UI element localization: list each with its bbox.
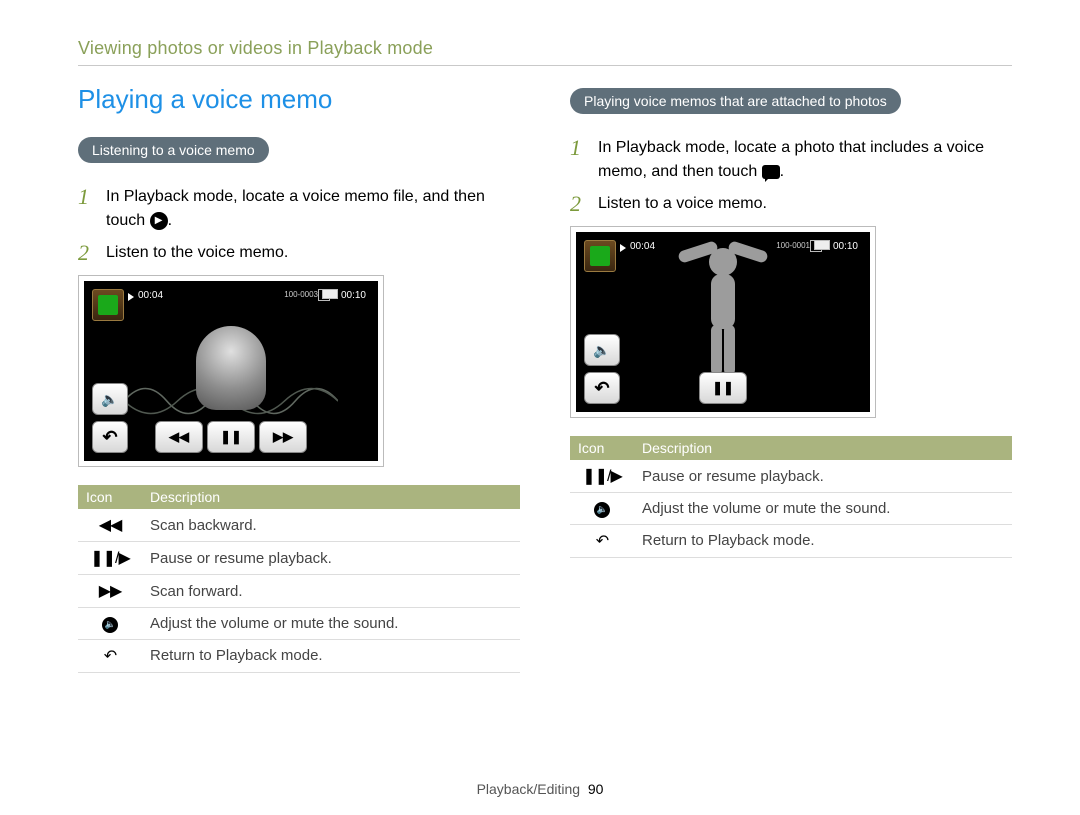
- table-row: ↶ Return to Playback mode.: [78, 639, 520, 672]
- memo-icon: [762, 165, 780, 179]
- current-time: 00:04: [138, 290, 163, 301]
- step-text: In Playback mode, locate a photo that in…: [598, 136, 1012, 184]
- battery-icon: [814, 240, 830, 250]
- microphone-illustration: [196, 326, 266, 410]
- step-number: 1: [570, 136, 588, 184]
- volume-icon: 🔈: [594, 502, 610, 518]
- step-1-left: 1 In Playback mode, locate a voice memo …: [78, 185, 520, 233]
- step-text-part: In Playback mode, locate a photo that in…: [598, 139, 984, 180]
- current-time: 00:04: [630, 241, 655, 252]
- table-cell-description: Adjust the volume or mute the sound.: [634, 493, 1012, 525]
- total-time: 00:10: [341, 290, 366, 301]
- step-2-left: 2 Listen to the voice memo.: [78, 241, 520, 265]
- return-icon: ↶: [596, 531, 608, 551]
- table-cell-description: Scan forward.: [142, 575, 520, 608]
- volume-button[interactable]: 🔈: [92, 383, 128, 415]
- step-text: Listen to a voice memo.: [598, 192, 1012, 216]
- right-column: Playing voice memos that are attached to…: [570, 84, 1012, 673]
- total-time: 00:10: [833, 241, 858, 252]
- volume-icon: 🔈: [102, 617, 118, 633]
- table-header-icon: Icon: [570, 436, 634, 460]
- step-2-right: 2 Listen to a voice memo.: [570, 192, 1012, 216]
- table-cell-description: Pause or resume playback.: [634, 460, 1012, 493]
- table-cell-description: Pause or resume playback.: [142, 542, 520, 575]
- return-icon: ↶: [102, 427, 117, 448]
- step-text-suffix: .: [780, 163, 784, 180]
- pause-icon: ❚❚: [220, 429, 242, 445]
- step-number: 2: [570, 192, 588, 216]
- table-row: 🔈 Adjust the volume or mute the sound.: [78, 608, 520, 640]
- left-column: Playing a voice memo Listening to a voic…: [78, 84, 520, 673]
- step-text: In Playback mode, locate a voice memo fi…: [106, 185, 520, 233]
- step-number: 2: [78, 241, 96, 265]
- transport-controls: ◀◀ ❚❚ ▶▶: [155, 421, 307, 453]
- volume-icon: 🔈: [593, 342, 610, 359]
- footer-section: Playback/Editing: [477, 781, 581, 797]
- table-cell-description: Adjust the volume or mute the sound.: [142, 608, 520, 640]
- file-number: 100-0003: [284, 290, 318, 299]
- step-number: 1: [78, 185, 96, 233]
- scan-backward-button[interactable]: ◀◀: [155, 421, 203, 453]
- table-row: ▶▶ Scan forward.: [78, 575, 520, 608]
- page-number: 90: [588, 781, 604, 797]
- two-column-layout: Playing a voice memo Listening to a voic…: [78, 84, 1012, 673]
- scan-forward-icon: ▶▶: [99, 581, 122, 601]
- table-cell-description: Scan backward.: [142, 509, 520, 542]
- icon-description-table-left: Icon Description ◀◀ Scan backward. ❚❚/▶ …: [78, 485, 520, 673]
- camera-lcd-photo-memo: 00:04 100-0001 00:10: [576, 232, 870, 412]
- table-cell-description: Return to Playback mode.: [142, 639, 520, 672]
- table-header-icon: Icon: [78, 485, 142, 509]
- subheading-pill-left: Listening to a voice memo: [78, 137, 269, 163]
- pause-button[interactable]: ❚❚: [699, 372, 747, 404]
- pause-icon: ❚❚: [712, 380, 734, 396]
- divider: [78, 65, 1012, 66]
- step-text: Listen to the voice memo.: [106, 241, 520, 265]
- manual-page: Viewing photos or videos in Playback mod…: [0, 0, 1080, 815]
- page-title: Playing a voice memo: [78, 84, 520, 115]
- icon-description-table-right: Icon Description ❚❚/▶ Pause or resume pl…: [570, 436, 1012, 558]
- pause-button[interactable]: ❚❚: [207, 421, 255, 453]
- thumbnail-icon: [584, 240, 616, 272]
- breadcrumb: Viewing photos or videos in Playback mod…: [78, 38, 1012, 59]
- volume-icon: 🔈: [101, 391, 118, 408]
- return-button[interactable]: ↶: [584, 372, 620, 404]
- step-text-suffix: .: [168, 212, 172, 229]
- return-button[interactable]: ↶: [92, 421, 128, 453]
- table-row: ❚❚/▶ Pause or resume playback.: [78, 542, 520, 575]
- play-circle-icon: ▶: [150, 212, 168, 230]
- scan-backward-icon: ◀◀: [169, 429, 189, 445]
- camera-screen-figure-photo-memo: 00:04 100-0001 00:10: [570, 226, 876, 418]
- transport-controls: ❚❚: [699, 372, 747, 404]
- volume-button[interactable]: 🔈: [584, 334, 620, 366]
- table-row: 🔈 Adjust the volume or mute the sound.: [570, 493, 1012, 525]
- pause-play-icon: ❚❚/▶: [582, 466, 622, 486]
- page-footer: Playback/Editing 90: [0, 781, 1080, 797]
- scan-forward-button[interactable]: ▶▶: [259, 421, 307, 453]
- play-arrow-icon: [620, 244, 626, 252]
- subheading-pill-right: Playing voice memos that are attached to…: [570, 88, 901, 114]
- camera-lcd-voice-memo: 00:04 100-0003 00:10 🔈: [84, 281, 378, 461]
- return-icon: ↶: [594, 378, 609, 399]
- scan-forward-icon: ▶▶: [273, 429, 293, 445]
- table-header-description: Description: [142, 485, 520, 509]
- thumbnail-icon: [92, 289, 124, 321]
- table-row: ◀◀ Scan backward.: [78, 509, 520, 542]
- table-cell-description: Return to Playback mode.: [634, 524, 1012, 557]
- camera-screen-figure-voice: 00:04 100-0003 00:10 🔈: [78, 275, 384, 467]
- pause-play-icon: ❚❚/▶: [90, 548, 130, 568]
- table-header-description: Description: [634, 436, 1012, 460]
- table-row: ↶ Return to Playback mode.: [570, 524, 1012, 557]
- return-icon: ↶: [104, 646, 116, 666]
- table-row: ❚❚/▶ Pause or resume playback.: [570, 460, 1012, 493]
- step-1-right: 1 In Playback mode, locate a photo that …: [570, 136, 1012, 184]
- play-arrow-icon: [128, 293, 134, 301]
- scan-backward-icon: ◀◀: [99, 515, 122, 535]
- battery-icon: [322, 289, 338, 299]
